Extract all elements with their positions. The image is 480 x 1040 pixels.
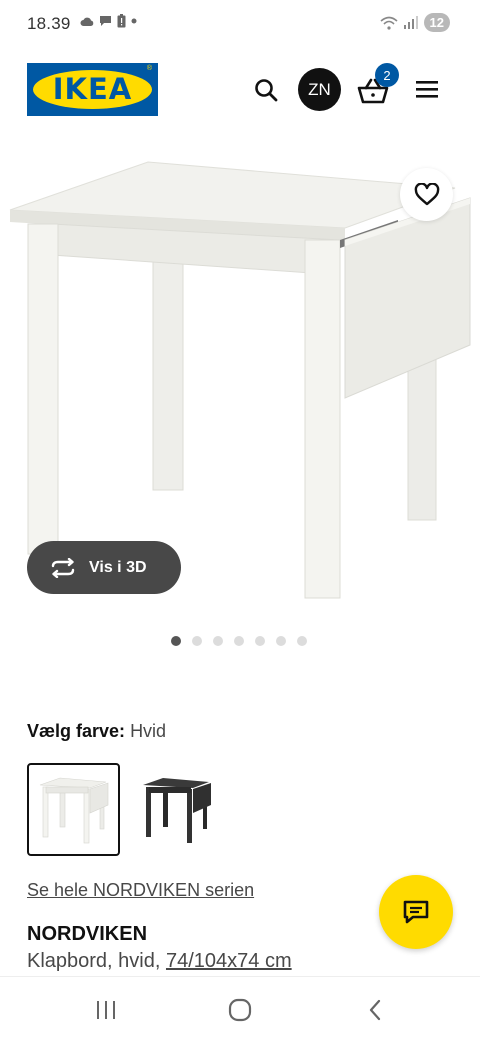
rotate-3d-icon — [51, 557, 75, 578]
carousel-dot[interactable] — [276, 636, 286, 646]
signal-icon — [403, 16, 418, 29]
carousel-dot[interactable] — [234, 636, 244, 646]
recent-apps-button[interactable] — [91, 997, 121, 1023]
colour-selection-label: Vælg farve: Hvid — [27, 721, 166, 742]
colour-value: Hvid — [130, 721, 167, 741]
black-table-thumbnail — [142, 777, 211, 843]
avatar-initials: ZN — [308, 79, 331, 99]
back-button[interactable] — [360, 997, 390, 1023]
heart-icon — [414, 182, 439, 205]
colour-swatches — [27, 763, 223, 856]
site-header: IKEA ® ZN 2 — [0, 60, 480, 118]
chat-icon — [403, 900, 429, 924]
home-icon — [228, 998, 252, 1022]
ikea-logo[interactable]: IKEA ® — [27, 63, 158, 116]
logo-text: IKEA — [52, 72, 133, 106]
status-time: 18.39 — [27, 14, 71, 33]
basket-count-badge: 2 — [375, 63, 399, 87]
chat-bubble-icon — [100, 16, 111, 26]
carousel-dot[interactable] — [297, 636, 307, 646]
logo-registered-mark: ® — [146, 65, 152, 72]
cloud-icon — [80, 17, 94, 26]
status-right: 12 — [380, 13, 450, 32]
carousel-dot[interactable] — [255, 636, 265, 646]
product-description: Klapbord, hvid, 74/104x74 cm — [27, 950, 292, 973]
view-in-3d-label: Vis i 3D — [89, 558, 147, 576]
swatch-black[interactable] — [130, 763, 223, 856]
carousel-dot[interactable] — [171, 636, 181, 646]
notification-icons — [80, 14, 137, 28]
search-button[interactable] — [252, 76, 280, 104]
menu-button[interactable] — [414, 78, 440, 100]
account-avatar-button[interactable]: ZN — [298, 68, 341, 111]
product-name: NORDVIKEN — [27, 923, 148, 945]
battery-alert-icon — [117, 14, 126, 28]
system-navigation-bar — [0, 976, 480, 1040]
search-icon — [255, 79, 278, 102]
see-series-link[interactable]: Se hele NORDVIKEN serien — [27, 880, 254, 901]
favourite-button[interactable] — [400, 168, 453, 221]
carousel-dot[interactable] — [192, 636, 202, 646]
product-description-text: Klapbord, hvid, — [27, 950, 166, 972]
battery-indicator: 12 — [423, 13, 450, 32]
chat-button[interactable] — [379, 875, 453, 949]
hamburger-menu-icon — [416, 81, 438, 98]
recent-apps-icon — [97, 1001, 115, 1019]
dot-icon — [131, 18, 137, 24]
carousel-dot[interactable] — [213, 636, 223, 646]
status-bar: 18.39 12 — [0, 0, 480, 46]
white-table-thumbnail — [39, 777, 108, 843]
product-dimensions-link[interactable]: 74/104x74 cm — [166, 950, 292, 972]
back-chevron-icon — [369, 999, 381, 1021]
colour-label: Vælg farve: — [27, 721, 126, 741]
swatch-white[interactable] — [27, 763, 120, 856]
wifi-icon — [380, 16, 398, 30]
image-carousel-indicator — [171, 636, 307, 646]
view-in-3d-button[interactable]: Vis i 3D — [27, 541, 181, 594]
home-button[interactable] — [225, 997, 255, 1023]
